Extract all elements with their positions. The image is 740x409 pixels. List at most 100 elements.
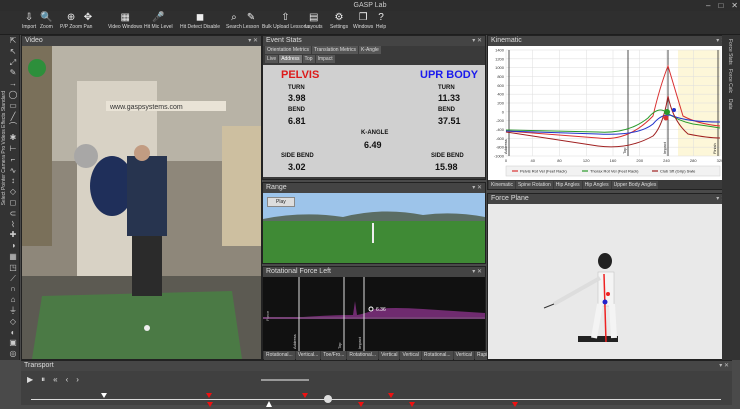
phase-tab-0[interactable]: Live xyxy=(265,55,279,63)
draw-tool-0-icon[interactable]: ⇱ xyxy=(0,35,20,46)
draw-tool-22-icon[interactable]: ⟋ xyxy=(0,273,20,284)
draw-tool-23-icon[interactable]: ∩ xyxy=(0,283,20,294)
side-tab-2[interactable]: Data xyxy=(727,99,733,110)
pan-button[interactable]: ✥ Pan xyxy=(82,12,94,30)
draw-tool-11-icon[interactable]: ⌐ xyxy=(0,154,20,165)
import-button[interactable]: ⇩ Import xyxy=(22,12,36,30)
draw-tool-16-icon[interactable]: ⊂ xyxy=(0,208,20,219)
draw-tool-20-icon[interactable]: ▦ xyxy=(0,251,20,262)
draw-tool-4-icon[interactable]: → xyxy=(0,78,20,89)
marker-address: Address xyxy=(292,334,297,349)
help-button[interactable]: ? Help xyxy=(375,12,387,30)
draw-tool-12-icon[interactable]: ∿ xyxy=(0,165,20,176)
x-tick-label: 120 xyxy=(583,158,590,163)
draw-tool-6-icon[interactable]: ▭ xyxy=(0,100,20,111)
phase-tab-2[interactable]: Top xyxy=(302,55,315,63)
side-tab-1[interactable]: Force Calc xyxy=(727,69,733,93)
panel-controls-icon[interactable]: ▾ ✕ xyxy=(472,36,482,46)
draw-tool-10-icon[interactable]: ⊢ xyxy=(0,143,20,154)
draw-tool-7-icon[interactable]: ╱ xyxy=(0,111,20,122)
toolbar-label: Settings xyxy=(330,24,349,30)
panel-controls-icon[interactable]: ▾ ✕ xyxy=(472,183,482,193)
draw-tool-3-icon[interactable]: ✎ xyxy=(0,67,20,78)
draw-tool-9-icon[interactable]: ✱ xyxy=(0,132,20,143)
draw-tool-27-icon[interactable]: ◐ xyxy=(0,327,20,338)
rewind-icon[interactable]: « xyxy=(53,375,57,385)
force-plate-view[interactable] xyxy=(488,204,729,359)
draw-tool-21-icon[interactable]: ◳ xyxy=(0,262,20,273)
marker-impact: Impact xyxy=(357,336,362,349)
toolbar-label: Hit Detect Disable xyxy=(180,24,221,30)
step-back-icon[interactable]: ‹ xyxy=(66,375,69,385)
phase-tab-3[interactable]: Impact xyxy=(315,55,335,63)
stats-display: PELVIS UPR BODY TURN 3.98 BEND 6.81 TURN… xyxy=(263,65,485,177)
hit-detect-disable-button[interactable]: ◼ Hit Detect Disable xyxy=(180,12,220,30)
draw-tool-1-icon[interactable]: ↖ xyxy=(0,46,20,57)
metric-tab-2[interactable]: K-Angle xyxy=(359,46,381,54)
windows-button[interactable]: ❐ Windows xyxy=(353,12,373,30)
bulk-upload-lessons-button[interactable]: ⇧ Bulk Upload Lessons xyxy=(262,12,309,30)
draw-tool-28-icon[interactable]: ▣ xyxy=(0,337,20,348)
lesson-button[interactable]: ✎ Lesson xyxy=(243,12,259,30)
speed-slider[interactable] xyxy=(261,379,309,381)
draw-tool-26-icon[interactable]: ◇ xyxy=(0,316,20,327)
maximize-icon[interactable]: □ xyxy=(718,0,723,11)
kinematic-tab-2[interactable]: Hip Angles xyxy=(553,181,582,189)
minimize-icon[interactable]: – xyxy=(706,0,710,11)
y-tick-label: -200 xyxy=(496,118,505,123)
force-left-chart[interactable]: 6.36 Force Address Top Impact xyxy=(263,277,485,351)
pelvis-side-bend-label: SIDE BEND xyxy=(281,153,314,159)
side-tab-0[interactable]: Force Stats xyxy=(727,39,733,65)
play-button[interactable]: Play xyxy=(267,197,295,207)
draw-tool-24-icon[interactable]: ⌂ xyxy=(0,294,20,305)
pause-icon[interactable]: ⏸ xyxy=(41,375,45,385)
close-icon[interactable]: ✕ xyxy=(731,0,738,11)
toolbar-label: P/P Zoom xyxy=(60,24,83,30)
legend-entry: Pelvis Rot Vel (Feet Rack) xyxy=(520,169,567,174)
metric-tab-1[interactable]: Translation Metrics xyxy=(311,46,359,54)
panel-controls-icon[interactable]: ▾ ✕ xyxy=(248,36,258,46)
draw-tool-8-icon[interactable]: ⌒ xyxy=(0,121,20,132)
toolbar: ⇩ Import 🔍 Zoom ⊕ P/P Zoom ✥ Pan ▦ Video Windows 🎤… xyxy=(0,11,740,35)
kinematic-tab-3[interactable]: Hip Angles xyxy=(582,181,611,189)
kinematic-tab-1[interactable]: Spine Rotation xyxy=(515,181,553,189)
draw-tool-17-icon[interactable]: ⌇ xyxy=(0,219,20,230)
video-panel: Video ▾ ✕ www.gaspsystems.com xyxy=(21,35,262,360)
panel-controls-icon[interactable]: ▾ ✕ xyxy=(719,361,729,371)
toolbar-label: Pan xyxy=(83,24,93,30)
force-left-panel: Rotational Force Left ▾ ✕ 6.36 Force Addr… xyxy=(262,266,493,367)
draw-tool-5-icon[interactable]: ◯ xyxy=(0,89,20,100)
video-windows-button[interactable]: ▦ Video Windows xyxy=(108,12,142,30)
zoom-button[interactable]: 🔍 Zoom xyxy=(40,12,53,30)
p-p-zoom-button[interactable]: ⊕ P/P Zoom xyxy=(60,12,82,30)
range-title: Range ▾ ✕ xyxy=(263,183,485,193)
upper-bend-label: BEND xyxy=(438,107,456,113)
layouts-button[interactable]: ▤ Layouts xyxy=(305,12,323,30)
kinematic-chart[interactable]: 1400120010008006004002000-200-400-600-80… xyxy=(488,46,729,180)
kinematic-tab-0[interactable]: Kinematic xyxy=(489,181,515,189)
video-frame[interactable]: www.gaspsystems.com xyxy=(22,46,261,359)
draw-tool-25-icon[interactable]: ⏚ xyxy=(0,305,20,316)
draw-tool-15-icon[interactable]: ◻ xyxy=(0,197,20,208)
step-forward-icon[interactable]: › xyxy=(76,375,79,385)
transport-panel: Transport ▾ ✕ ▶ ⏸ « ‹ › xyxy=(21,360,732,407)
hit-mic-level-button[interactable]: 🎤 Hit Mic Level xyxy=(144,12,173,30)
search-button[interactable]: ⌕ Search xyxy=(226,12,242,30)
kinematic-title: Kinematic▾ ✕ xyxy=(488,36,729,46)
draw-tool-2-icon[interactable]: ⤢ xyxy=(0,57,20,68)
settings-button[interactable]: ⚙ Settings xyxy=(330,12,348,30)
draw-tool-29-icon[interactable]: ◎ xyxy=(0,348,20,359)
metric-tab-0[interactable]: Orientation Metrics xyxy=(265,46,311,54)
k-angle-label: K-ANGLE xyxy=(361,130,389,136)
panel-controls-icon[interactable]: ▾ ✕ xyxy=(472,267,482,277)
kinematic-tab-4[interactable]: Upper Body Angles xyxy=(611,181,659,189)
range-view xyxy=(263,193,485,263)
draw-tool-14-icon[interactable]: ◇ xyxy=(0,186,20,197)
draw-tool-13-icon[interactable]: ↕ xyxy=(0,175,20,186)
draw-tool-18-icon[interactable]: ✚ xyxy=(0,229,20,240)
phase-tab-1[interactable]: Address xyxy=(279,55,302,63)
play-icon[interactable]: ▶ xyxy=(27,375,33,385)
draw-tool-19-icon[interactable]: ◑ xyxy=(0,240,20,251)
pelvis-turn-label: TURN xyxy=(288,85,305,91)
force-plate-title: Force Plane▾ ✕ xyxy=(488,194,729,204)
